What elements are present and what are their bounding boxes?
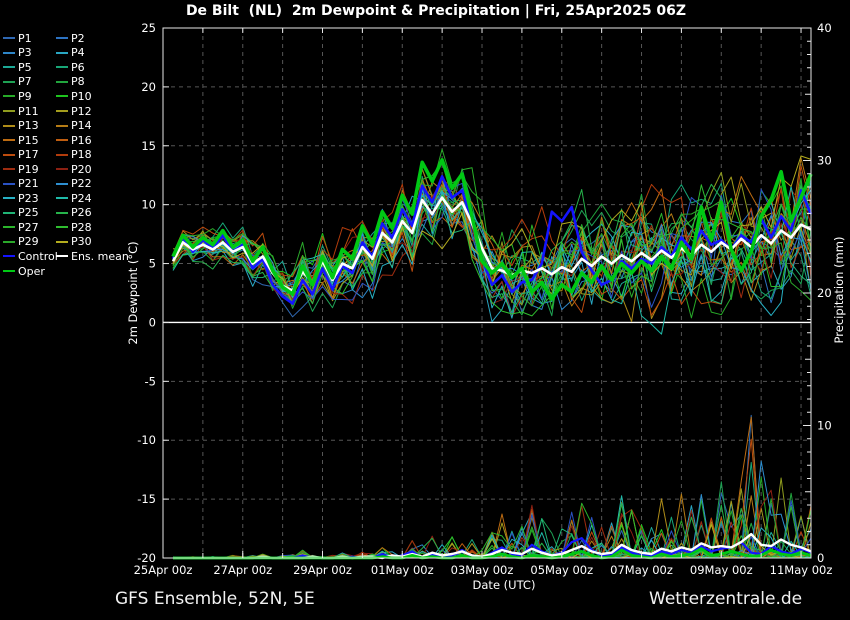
y-right-tick-label: 10 xyxy=(817,419,832,433)
y-right-tick-label: 30 xyxy=(817,154,832,168)
y-left-tick-label: 15 xyxy=(141,139,156,153)
x-tick-label: 05May 00z xyxy=(530,563,593,577)
y-right-tick-label: 0 xyxy=(817,551,824,565)
x-tick-label: 07May 00z xyxy=(610,563,673,577)
x-tick-label: 27Apr 00z xyxy=(213,563,272,577)
x-tick-label: 25Apr 00z xyxy=(134,563,193,577)
x-tick-label: 01May 00z xyxy=(371,563,434,577)
y-left-tick-label: -5 xyxy=(145,374,156,388)
watermark: Wetterzentrale.de xyxy=(649,589,803,609)
x-axis-title: Date (UTC) xyxy=(472,578,536,592)
axis-tick-labels: 25Apr 00z 27Apr 00z 29Apr 00z 01May 00z 03Ma… xyxy=(134,21,833,577)
ensemble-member-precip-lines xyxy=(172,414,812,559)
y-left-tick-label: 0 xyxy=(149,315,156,329)
x-tick-label: 29Apr 00z xyxy=(293,563,352,577)
y-right-tick-label: 20 xyxy=(817,286,832,300)
y-left-tick-label: 10 xyxy=(141,198,156,212)
y-left-tick-label: -10 xyxy=(137,433,156,447)
y-left-tick-label: 5 xyxy=(149,257,156,271)
x-tick-label: 03May 00z xyxy=(451,563,514,577)
y-right-tick-label: 40 xyxy=(817,21,832,35)
y-left-tick-label: 20 xyxy=(141,80,156,94)
x-tick-label: 11May 00z xyxy=(770,563,833,577)
model-info: GFS Ensemble, 52N, 5E xyxy=(115,589,315,609)
y-left-tick-label: -20 xyxy=(137,551,156,565)
y-left-tick-label: 25 xyxy=(141,21,156,35)
left-axis-title: 2m Dewpoint (°C) xyxy=(126,241,140,345)
ensemble-meteogram: De Bilt (NL) 2m Dewpoint & Precipitation… xyxy=(0,0,850,620)
right-axis-title: Precipitation (mm) xyxy=(832,236,846,344)
y-left-tick-label: -15 xyxy=(137,492,156,506)
x-tick-label: 09May 00z xyxy=(690,563,753,577)
